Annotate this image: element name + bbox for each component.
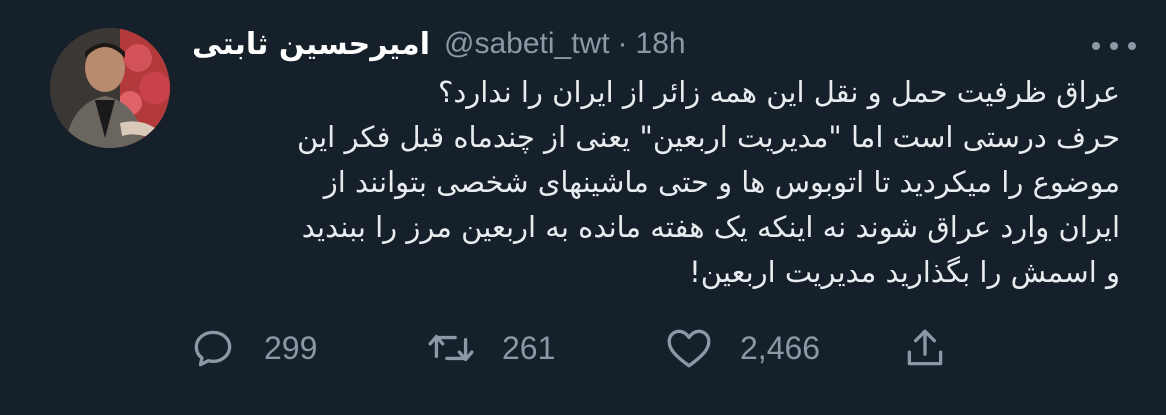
like-count: 2,466 <box>740 329 821 366</box>
tweet-header: امیرحسین ثابتی @sabeti_twt · 18h <box>192 24 1084 64</box>
share-icon <box>907 329 943 366</box>
more-horizontal-icon[interactable] <box>1092 36 1136 56</box>
tweet-line: حرف درستی است اما "مدیریت اربعین" یعنی ا… <box>297 120 1120 154</box>
separator-dot: · <box>617 27 628 60</box>
tweet-line: موضوع را میکردید تا اتوبوس ها و حتی ماشی… <box>323 165 1120 199</box>
tweet-line: عراق ظرفیت حمل و نقل این همه زائر از ایر… <box>437 75 1120 109</box>
reply-button[interactable]: 299 <box>188 320 317 376</box>
timestamp[interactable]: 18h <box>636 27 686 61</box>
tweet-line: و اسمش را بگذارید مدیریت اربعین! <box>689 255 1120 289</box>
retweet-count: 261 <box>502 329 556 366</box>
display-name[interactable]: امیرحسین ثابتی <box>192 27 430 62</box>
tweet[interactable]: امیرحسین ثابتی @sabeti_twt · 18h عراق ظر… <box>0 0 1166 415</box>
like-button[interactable]: 2,466 <box>664 320 820 376</box>
heart-icon <box>667 329 711 368</box>
reply-count: 299 <box>264 329 318 366</box>
user-handle[interactable]: @sabeti_twt <box>444 27 610 61</box>
retweet-icon <box>428 334 474 362</box>
retweet-button[interactable]: 261 <box>426 320 555 376</box>
tweet-line: ایران وارد عراق شوند نه اینکه یک هفته ما… <box>301 210 1120 244</box>
avatar-image <box>50 28 170 148</box>
share-button[interactable] <box>900 320 950 376</box>
reply-icon <box>194 330 232 367</box>
tweet-text: عراق ظرفیت حمل و نقل این همه زائر از ایر… <box>188 70 1120 295</box>
avatar[interactable] <box>50 28 170 148</box>
